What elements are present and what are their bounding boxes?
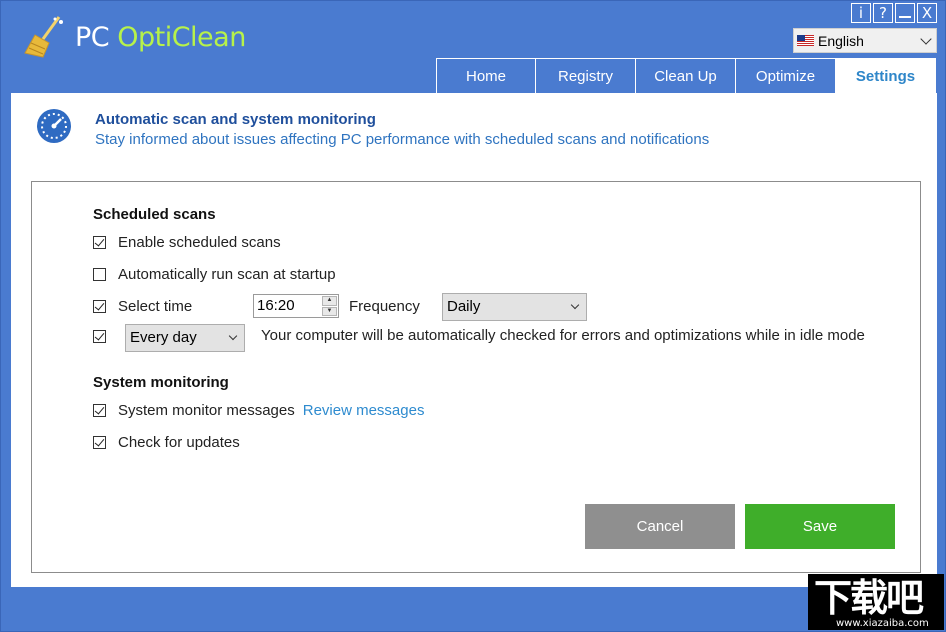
monitor-messages-label: System monitor messages: [118, 402, 295, 419]
frequency-select[interactable]: Daily: [442, 293, 587, 321]
time-down-icon[interactable]: ▼: [322, 306, 337, 316]
frequency-label: Frequency: [349, 298, 420, 315]
frequency-value: Daily: [447, 298, 481, 315]
check-updates-row: Check for updates: [93, 434, 240, 451]
language-value: English: [818, 32, 864, 49]
watermark-logo-text: 下载吧: [814, 576, 924, 620]
chevron-down-icon: [228, 331, 238, 341]
tab-settings[interactable]: Settings: [836, 58, 936, 93]
monitor-messages-row: System monitor messages Review messages: [93, 402, 424, 419]
check-updates-checkbox[interactable]: [93, 436, 106, 449]
monitor-messages-checkbox[interactable]: [93, 404, 106, 417]
window-controls: i ? X: [851, 3, 937, 23]
chevron-down-icon: [920, 33, 932, 45]
page-title: Automatic scan and system monitoring: [95, 111, 376, 128]
startup-scan-label: Automatically run scan at startup: [118, 266, 336, 283]
broom-icon: [24, 16, 63, 58]
tab-optimize[interactable]: Optimize: [736, 58, 836, 93]
settings-panel: Scheduled scans Enable scheduled scans A…: [31, 181, 921, 573]
day-select[interactable]: Every day: [125, 324, 245, 352]
minimize-icon: [899, 16, 911, 18]
app-logo: PC OptiClean: [21, 13, 246, 61]
enable-scheduled-checkbox[interactable]: [93, 236, 106, 249]
cancel-button[interactable]: Cancel: [585, 504, 735, 549]
app-title-pc: PC: [75, 21, 118, 53]
save-button[interactable]: Save: [745, 504, 895, 549]
review-messages-link[interactable]: Review messages: [303, 402, 425, 419]
chevron-down-icon: [570, 300, 580, 310]
tab-clean-up[interactable]: Clean Up: [636, 58, 736, 93]
select-time-row: Select time: [93, 298, 192, 315]
main-tabs: Home Registry Clean Up Optimize Settings: [436, 58, 936, 93]
system-monitoring-title: System monitoring: [93, 374, 229, 391]
startup-scan-checkbox[interactable]: [93, 268, 106, 281]
time-value: 16:20: [257, 297, 295, 314]
help-button[interactable]: ?: [873, 3, 893, 23]
day-value: Every day: [130, 329, 197, 346]
time-stepper[interactable]: ▲ ▼: [322, 296, 337, 316]
select-time-checkbox[interactable]: [93, 300, 106, 313]
language-select[interactable]: English: [793, 28, 937, 53]
enable-scheduled-row: Enable scheduled scans: [93, 234, 281, 251]
time-up-icon[interactable]: ▲: [322, 296, 337, 306]
tab-registry[interactable]: Registry: [536, 58, 636, 93]
idle-note: Your computer will be automatically chec…: [261, 327, 865, 344]
startup-scan-row: Automatically run scan at startup: [93, 266, 336, 283]
tab-home[interactable]: Home: [436, 58, 536, 93]
minimize-button[interactable]: [895, 3, 915, 23]
app-title-opticlean: OptiClean: [117, 21, 246, 53]
every-day-checkbox[interactable]: [93, 330, 106, 343]
enable-scheduled-label: Enable scheduled scans: [118, 234, 281, 251]
close-button[interactable]: X: [917, 3, 937, 23]
app-title: PC OptiClean: [75, 22, 246, 53]
info-button[interactable]: i: [851, 3, 871, 23]
every-day-row: [93, 330, 118, 343]
scheduled-scans-title: Scheduled scans: [93, 206, 216, 223]
site-watermark: 下载吧 www.xiazaiba.com: [808, 574, 944, 630]
app-window: PC OptiClean i ? X English Home Registry…: [0, 0, 946, 632]
settings-content: Automatic scan and system monitoring Sta…: [11, 93, 937, 587]
page-subtitle: Stay informed about issues affecting PC …: [95, 131, 710, 148]
check-updates-label: Check for updates: [118, 434, 240, 451]
gauge-icon: [37, 109, 71, 143]
watermark-url: www.xiazaiba.com: [836, 618, 929, 629]
select-time-label: Select time: [118, 298, 193, 315]
time-input[interactable]: 16:20 ▲ ▼: [253, 294, 339, 318]
us-flag-icon: [797, 35, 814, 46]
